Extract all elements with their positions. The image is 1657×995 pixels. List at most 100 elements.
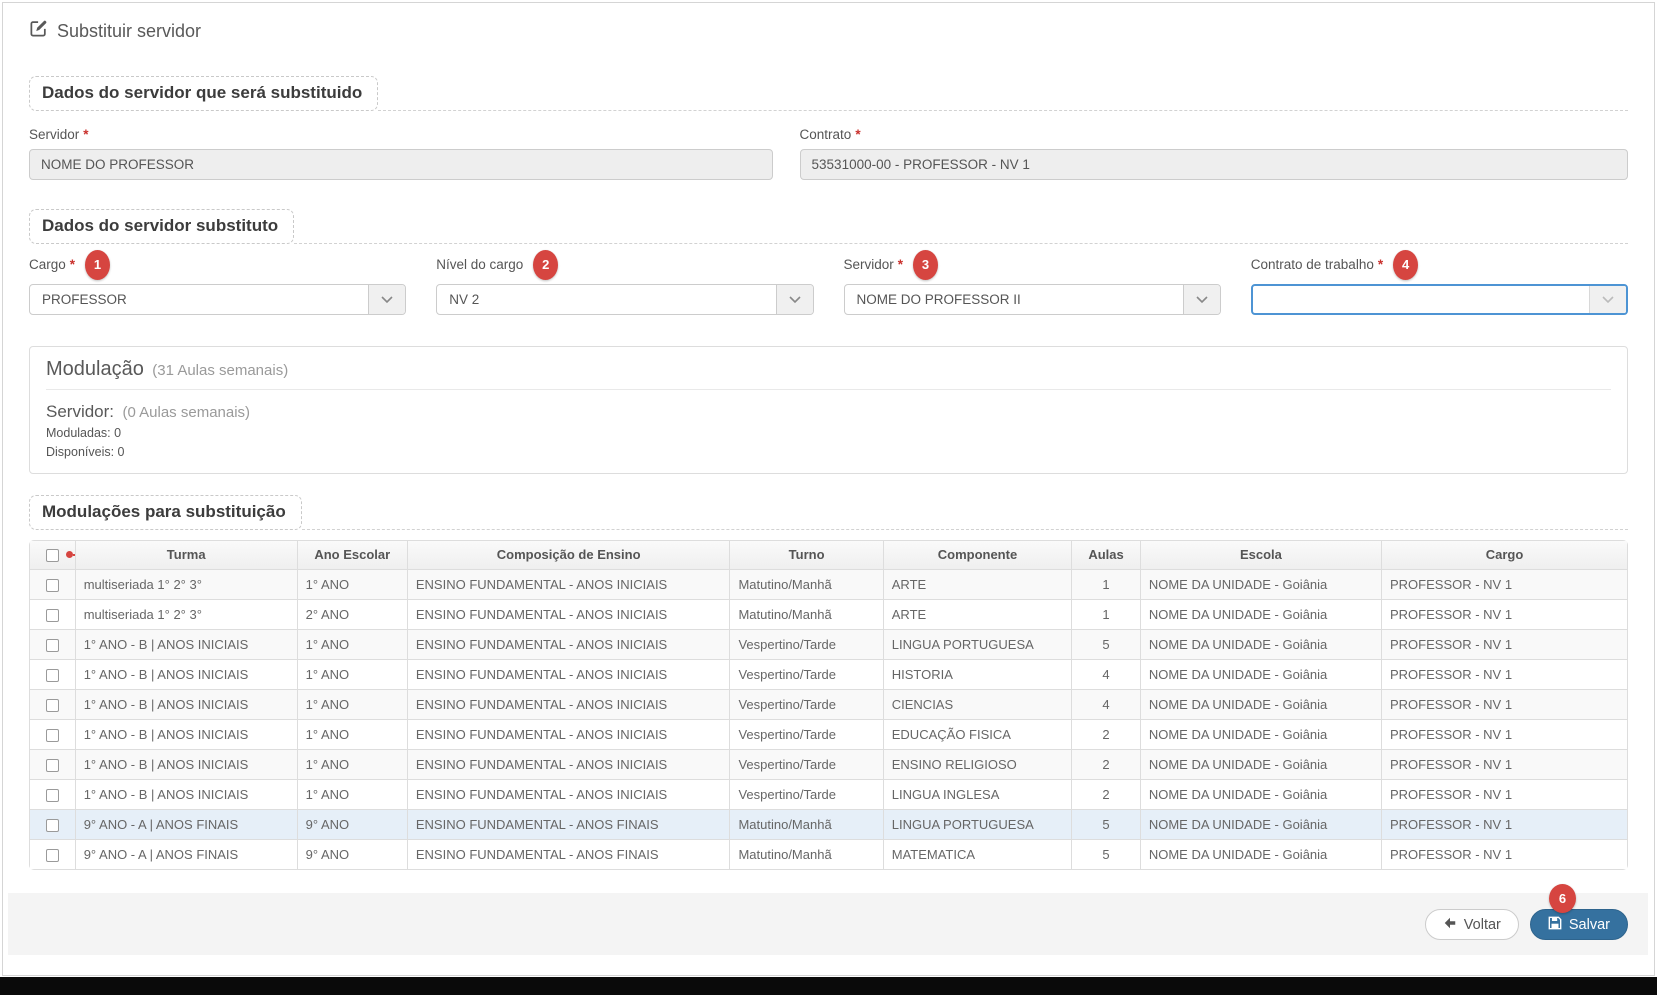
- row-checkbox[interactable]: [45, 608, 59, 622]
- select-all-checkbox[interactable]: [45, 549, 59, 563]
- chevron-down-icon: [1589, 286, 1626, 313]
- row-checkbox-cell: [30, 808, 75, 839]
- bottom-bar: [0, 977, 1657, 995]
- table-row: 1° ANO - B | ANOS INICIAIS 1° ANO ENSINO F…: [30, 628, 1627, 659]
- edit-icon: [29, 19, 48, 43]
- required-marker: *: [1377, 257, 1384, 272]
- contrato-trabalho-label: Contrato de trabalho: [1250, 257, 1374, 272]
- callout-badge-6: 6: [1549, 884, 1576, 913]
- cell-turma: 1° ANO - B | ANOS INICIAIS: [74, 658, 297, 689]
- modulation-table-body: multiseriada 1° 2° 3° 1° ANO ENSINO FUNDAM…: [30, 568, 1627, 869]
- cell-composicao: ENSINO FUNDAMENTAL - ANOS INICIAIS: [406, 628, 730, 659]
- table-row: 1° ANO - B | ANOS INICIAIS 1° ANO ENSINO F…: [30, 658, 1627, 689]
- cargo-label: Cargo: [29, 257, 66, 272]
- row-checkbox[interactable]: [45, 818, 59, 832]
- cell-turno: Vespertino/Tarde: [729, 748, 883, 779]
- section-substitute-legend: Dados do servidor substituto: [29, 209, 1628, 244]
- cell-componente: ARTE: [882, 568, 1072, 599]
- modulacao-title: Modulação: [46, 358, 144, 380]
- cell-cargo: PROFESSOR - NV 1: [1380, 838, 1627, 869]
- row-checkbox-cell: [30, 748, 75, 779]
- cell-cargo: PROFESSOR - NV 1: [1380, 718, 1627, 749]
- cell-aulas: 1: [1071, 598, 1140, 629]
- col-header-turma: Turma: [74, 540, 297, 569]
- page: Substituir servidor Dados do servidor qu…: [2, 2, 1655, 976]
- modulation-table: 5 Turma Ano Escolar Composição de Ensino…: [29, 539, 1628, 870]
- cell-componente: EDUCAÇÃO FISICA: [882, 718, 1072, 749]
- cell-cargo: PROFESSOR - NV 1: [1380, 688, 1627, 719]
- field-contrato-substituido: Contrato * 53531000-00 - PROFESSOR - NV …: [799, 123, 1628, 180]
- cell-turno: Matutino/Manhã: [729, 838, 883, 869]
- servidor-substituto-label: Servidor: [843, 257, 894, 272]
- cell-aulas: 2: [1071, 718, 1140, 749]
- field-servidor-substituido: Servidor * NOME DO PROFESSOR: [29, 123, 773, 180]
- row-checkbox[interactable]: [45, 788, 59, 802]
- cell-turno: Vespertino/Tarde: [729, 718, 883, 749]
- section-substitute-legend-text: Dados do servidor substituto: [29, 209, 295, 244]
- contrato-trabalho-select-value: [1253, 286, 1589, 313]
- row-checkbox-cell: [30, 628, 75, 659]
- cell-turma: 1° ANO - B | ANOS INICIAIS: [74, 718, 297, 749]
- callout-badge-6-wrap: 6: [1549, 884, 1576, 913]
- voltar-button[interactable]: Voltar: [1424, 909, 1519, 940]
- row-checkbox[interactable]: [45, 698, 59, 712]
- callout-badge-2: 2: [533, 249, 559, 280]
- cell-composicao: ENSINO FUNDAMENTAL - ANOS INICIAIS: [406, 688, 730, 719]
- table-row: 9° ANO - A | ANOS FINAIS 9° ANO ENSINO FUN…: [30, 808, 1627, 839]
- cell-turma: 9° ANO - A | ANOS FINAIS: [74, 808, 297, 839]
- row-checkbox[interactable]: [45, 668, 59, 682]
- cell-cargo: PROFESSOR - NV 1: [1380, 748, 1627, 779]
- col-header-aulas: Aulas: [1071, 540, 1140, 569]
- cell-ano: 1° ANO: [296, 568, 407, 599]
- cell-aulas: 4: [1071, 658, 1140, 689]
- cell-aulas: 2: [1071, 748, 1140, 779]
- chevron-down-icon: [368, 285, 406, 314]
- cell-cargo: PROFESSOR - NV 1: [1380, 658, 1627, 689]
- cell-turma: 1° ANO - B | ANOS INICIAIS: [74, 628, 297, 659]
- contrato-trabalho-select[interactable]: [1250, 284, 1628, 315]
- callout-badge-1: 1: [85, 249, 111, 280]
- callout-badge-4: 4: [1393, 249, 1419, 280]
- row-checkbox-cell: [30, 658, 75, 689]
- row-checkbox[interactable]: [45, 578, 59, 592]
- cell-turno: Vespertino/Tarde: [729, 658, 883, 689]
- servidor-input: NOME DO PROFESSOR: [29, 149, 773, 180]
- modulacao-subtitle: (31 Aulas semanais): [152, 362, 289, 379]
- cell-composicao: ENSINO FUNDAMENTAL - ANOS FINAIS: [406, 838, 730, 869]
- cell-ano: 1° ANO: [296, 658, 407, 689]
- cell-aulas: 4: [1071, 688, 1140, 719]
- cell-ano: 1° ANO: [296, 778, 407, 809]
- nivel-cargo-label: Nível do cargo: [436, 257, 524, 272]
- cell-aulas: 1: [1071, 568, 1140, 599]
- chevron-down-icon: [775, 285, 813, 314]
- cell-escola: NOME DA UNIDADE - Goiânia: [1139, 748, 1381, 779]
- nivel-cargo-select[interactable]: NV 2: [436, 284, 814, 315]
- cell-componente: LINGUA PORTUGUESA: [882, 808, 1072, 839]
- cargo-select[interactable]: PROFESSOR: [29, 284, 407, 315]
- row-checkbox[interactable]: [45, 848, 59, 862]
- cell-turma: 1° ANO - B | ANOS INICIAIS: [74, 748, 297, 779]
- cell-aulas: 5: [1071, 838, 1140, 869]
- table-header-row: 5 Turma Ano Escolar Composição de Ensino…: [30, 540, 1627, 569]
- arrow-left-icon: [1443, 916, 1457, 934]
- table-row: 1° ANO - B | ANOS INICIAIS 1° ANO ENSINO F…: [30, 688, 1627, 719]
- salvar-button[interactable]: Salvar: [1529, 909, 1628, 940]
- save-icon: [1548, 916, 1562, 934]
- cell-turno: Vespertino/Tarde: [729, 778, 883, 809]
- servidor-substituto-select[interactable]: NOME DO PROFESSOR II: [843, 284, 1221, 315]
- row-checkbox[interactable]: [45, 758, 59, 772]
- cell-aulas: 5: [1071, 808, 1140, 839]
- table-row: 1° ANO - B | ANOS INICIAIS 1° ANO ENSINO F…: [30, 778, 1627, 809]
- row-checkbox[interactable]: [45, 638, 59, 652]
- cell-escola: NOME DA UNIDADE - Goiânia: [1139, 808, 1381, 839]
- section-replaced-legend: Dados do servidor que será substituido: [29, 76, 1628, 111]
- table-row: multiseriada 1° 2° 3° 2° ANO ENSINO FUNDAM…: [30, 598, 1627, 629]
- page-title-row: Substituir servidor: [29, 19, 1628, 43]
- row-checkbox[interactable]: [45, 728, 59, 742]
- cell-cargo: PROFESSOR - NV 1: [1380, 808, 1627, 839]
- cell-ano: 1° ANO: [296, 748, 407, 779]
- cell-componente: LINGUA INGLESA: [882, 778, 1072, 809]
- callout-badge-3: 3: [913, 249, 939, 280]
- cell-turno: Matutino/Manhã: [729, 598, 883, 629]
- col-header-cargo: Cargo: [1380, 540, 1627, 569]
